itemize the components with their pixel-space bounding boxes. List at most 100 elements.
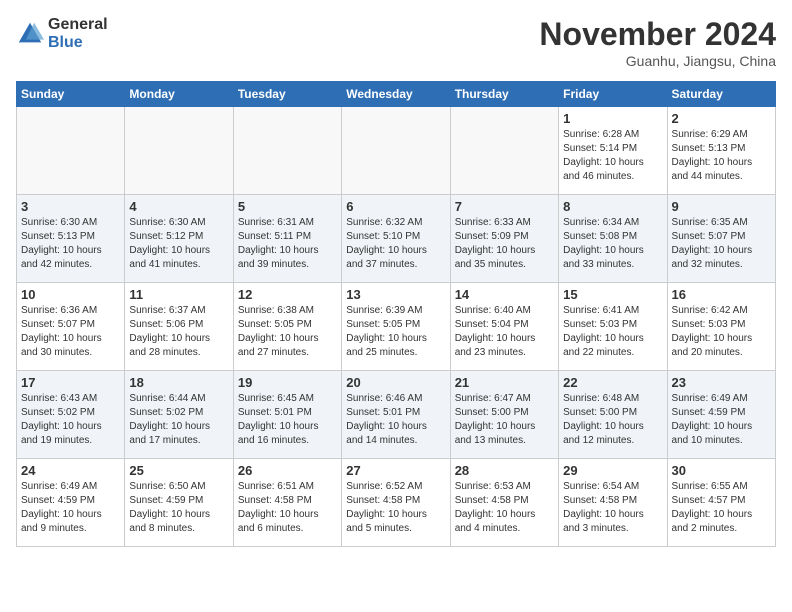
day-number: 7 <box>455 199 554 214</box>
weekday-header: Wednesday <box>342 82 450 107</box>
weekday-header: Friday <box>559 82 667 107</box>
day-number: 27 <box>346 463 445 478</box>
calendar-cell: 12 Sunrise: 6:38 AM Sunset: 5:05 PM Dayli… <box>233 283 341 371</box>
day-info: Sunrise: 6:50 AM Sunset: 4:59 PM Dayligh… <box>129 480 228 536</box>
calendar-cell: 11 Sunrise: 6:37 AM Sunset: 5:06 PM Dayli… <box>125 283 233 371</box>
day-number: 10 <box>21 287 120 302</box>
location-text: Guanhu, Jiangsu, China <box>539 53 776 69</box>
day-number: 18 <box>129 375 228 390</box>
logo-text: General Blue <box>48 16 108 51</box>
day-info: Sunrise: 6:34 AM Sunset: 5:08 PM Dayligh… <box>563 216 662 272</box>
calendar-cell: 21Sunrise: 6:47 AM Sunset: 5:00 PM Dayli… <box>450 371 558 459</box>
calendar-cell: 9Sunrise: 6:35 AM Sunset: 5:07 PM Daylig… <box>667 195 775 283</box>
day-info: Sunrise: 6:55 AM Sunset: 4:57 PM Dayligh… <box>672 480 771 536</box>
day-info: Sunrise: 6:54 AM Sunset: 4:58 PM Dayligh… <box>563 480 662 536</box>
logo: General Blue <box>16 16 108 51</box>
calendar-cell <box>342 107 450 195</box>
day-info: Sunrise: 6:49 AM Sunset: 4:59 PM Dayligh… <box>672 392 771 448</box>
day-info: Sunrise: 6:52 AM Sunset: 4:58 PM Dayligh… <box>346 480 445 536</box>
day-info: Sunrise: 6:40 AM Sunset: 5:04 PM Dayligh… <box>455 304 554 360</box>
weekday-header: Saturday <box>667 82 775 107</box>
title-block: November 2024 Guanhu, Jiangsu, China <box>539 16 776 69</box>
calendar-cell: 23 Sunrise: 6:49 AM Sunset: 4:59 PM Dayli… <box>667 371 775 459</box>
calendar-cell: 7 Sunrise: 6:33 AM Sunset: 5:09 PM Daylig… <box>450 195 558 283</box>
day-number: 28 <box>455 463 554 478</box>
day-info: Sunrise: 6:38 AM Sunset: 5:05 PM Dayligh… <box>238 304 337 360</box>
day-number: 4 <box>129 199 228 214</box>
calendar-cell: 14 Sunrise: 6:40 AM Sunset: 5:04 PM Dayli… <box>450 283 558 371</box>
day-info: Sunrise: 6:30 AM Sunset: 5:12 PM Dayligh… <box>129 216 228 272</box>
day-info: Sunrise: 6:51 AM Sunset: 4:58 PM Dayligh… <box>238 480 337 536</box>
calendar-cell: 30Sunrise: 6:55 AM Sunset: 4:57 PM Dayli… <box>667 459 775 547</box>
calendar-cell: 27 Sunrise: 6:52 AM Sunset: 4:58 PM Dayli… <box>342 459 450 547</box>
day-number: 21 <box>455 375 554 390</box>
day-number: 25 <box>129 463 228 478</box>
day-info: Sunrise: 6:29 AM Sunset: 5:13 PM Dayligh… <box>672 128 771 184</box>
day-info: Sunrise: 6:32 AM Sunset: 5:10 PM Dayligh… <box>346 216 445 272</box>
calendar-table: SundayMondayTuesdayWednesdayThursdayFrid… <box>16 81 776 547</box>
weekday-header: Monday <box>125 82 233 107</box>
calendar-cell: 29 Sunrise: 6:54 AM Sunset: 4:58 PM Dayli… <box>559 459 667 547</box>
calendar-week-row: 3Sunrise: 6:30 AM Sunset: 5:13 PM Daylig… <box>17 195 776 283</box>
day-number: 11 <box>129 287 228 302</box>
calendar-cell: 6 Sunrise: 6:32 AM Sunset: 5:10 PM Daylig… <box>342 195 450 283</box>
day-number: 14 <box>455 287 554 302</box>
calendar-cell: 22 Sunrise: 6:48 AM Sunset: 5:00 PM Dayli… <box>559 371 667 459</box>
calendar-cell: 13Sunrise: 6:39 AM Sunset: 5:05 PM Dayli… <box>342 283 450 371</box>
day-number: 22 <box>563 375 662 390</box>
day-number: 23 <box>672 375 771 390</box>
calendar-cell: 5Sunrise: 6:31 AM Sunset: 5:11 PM Daylig… <box>233 195 341 283</box>
page-header: General Blue November 2024 Guanhu, Jiang… <box>16 16 776 69</box>
day-info: Sunrise: 6:35 AM Sunset: 5:07 PM Dayligh… <box>672 216 771 272</box>
day-number: 3 <box>21 199 120 214</box>
calendar-cell: 8 Sunrise: 6:34 AM Sunset: 5:08 PM Daylig… <box>559 195 667 283</box>
day-number: 20 <box>346 375 445 390</box>
day-info: Sunrise: 6:42 AM Sunset: 5:03 PM Dayligh… <box>672 304 771 360</box>
day-info: Sunrise: 6:44 AM Sunset: 5:02 PM Dayligh… <box>129 392 228 448</box>
calendar-cell <box>450 107 558 195</box>
day-number: 16 <box>672 287 771 302</box>
day-info: Sunrise: 6:31 AM Sunset: 5:11 PM Dayligh… <box>238 216 337 272</box>
day-info: Sunrise: 6:33 AM Sunset: 5:09 PM Dayligh… <box>455 216 554 272</box>
calendar-cell: 10 Sunrise: 6:36 AM Sunset: 5:07 PM Dayli… <box>17 283 125 371</box>
day-info: Sunrise: 6:43 AM Sunset: 5:02 PM Dayligh… <box>21 392 120 448</box>
calendar-cell: 18 Sunrise: 6:44 AM Sunset: 5:02 PM Dayli… <box>125 371 233 459</box>
weekday-header: Tuesday <box>233 82 341 107</box>
calendar-cell: 1 Sunrise: 6:28 AM Sunset: 5:14 PM Daylig… <box>559 107 667 195</box>
day-number: 6 <box>346 199 445 214</box>
calendar-cell: 25 Sunrise: 6:50 AM Sunset: 4:59 PM Dayli… <box>125 459 233 547</box>
day-info: Sunrise: 6:37 AM Sunset: 5:06 PM Dayligh… <box>129 304 228 360</box>
calendar-cell: 20Sunrise: 6:46 AM Sunset: 5:01 PM Dayli… <box>342 371 450 459</box>
day-info: Sunrise: 6:36 AM Sunset: 5:07 PM Dayligh… <box>21 304 120 360</box>
calendar-cell <box>233 107 341 195</box>
day-info: Sunrise: 6:39 AM Sunset: 5:05 PM Dayligh… <box>346 304 445 360</box>
day-info: Sunrise: 6:48 AM Sunset: 5:00 PM Dayligh… <box>563 392 662 448</box>
calendar-week-row: 17Sunrise: 6:43 AM Sunset: 5:02 PM Dayli… <box>17 371 776 459</box>
day-number: 19 <box>238 375 337 390</box>
day-number: 12 <box>238 287 337 302</box>
day-number: 15 <box>563 287 662 302</box>
day-number: 24 <box>21 463 120 478</box>
calendar-week-row: 24 Sunrise: 6:49 AM Sunset: 4:59 PM Dayli… <box>17 459 776 547</box>
day-number: 2 <box>672 111 771 126</box>
day-number: 29 <box>563 463 662 478</box>
calendar-cell <box>125 107 233 195</box>
day-number: 8 <box>563 199 662 214</box>
calendar-week-row: 1 Sunrise: 6:28 AM Sunset: 5:14 PM Daylig… <box>17 107 776 195</box>
calendar-week-row: 10 Sunrise: 6:36 AM Sunset: 5:07 PM Dayli… <box>17 283 776 371</box>
day-info: Sunrise: 6:53 AM Sunset: 4:58 PM Dayligh… <box>455 480 554 536</box>
day-number: 1 <box>563 111 662 126</box>
calendar-cell: 19 Sunrise: 6:45 AM Sunset: 5:01 PM Dayli… <box>233 371 341 459</box>
logo-blue-text: Blue <box>48 34 108 52</box>
weekday-header: Thursday <box>450 82 558 107</box>
calendar-cell: 2 Sunrise: 6:29 AM Sunset: 5:13 PM Daylig… <box>667 107 775 195</box>
day-info: Sunrise: 6:28 AM Sunset: 5:14 PM Dayligh… <box>563 128 662 184</box>
day-info: Sunrise: 6:45 AM Sunset: 5:01 PM Dayligh… <box>238 392 337 448</box>
calendar-cell: 28 Sunrise: 6:53 AM Sunset: 4:58 PM Dayli… <box>450 459 558 547</box>
calendar-cell: 3Sunrise: 6:30 AM Sunset: 5:13 PM Daylig… <box>17 195 125 283</box>
day-info: Sunrise: 6:41 AM Sunset: 5:03 PM Dayligh… <box>563 304 662 360</box>
day-number: 26 <box>238 463 337 478</box>
weekday-header-row: SundayMondayTuesdayWednesdayThursdayFrid… <box>17 82 776 107</box>
day-info: Sunrise: 6:49 AM Sunset: 4:59 PM Dayligh… <box>21 480 120 536</box>
logo-general-text: General <box>48 16 108 34</box>
